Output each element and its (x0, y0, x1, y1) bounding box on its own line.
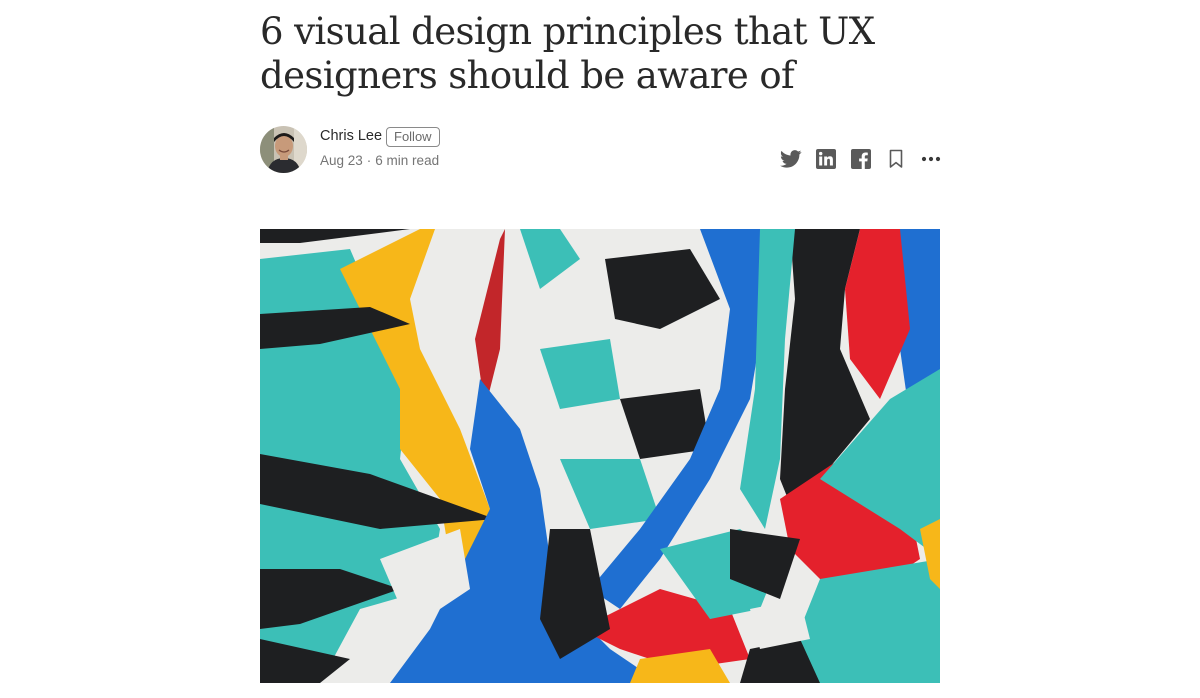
byline: Chris Lee Follow Aug 23 · 6 min read (260, 126, 942, 174)
abstract-mural-image (260, 229, 940, 683)
author-name[interactable]: Chris Lee (320, 128, 382, 144)
facebook-icon (851, 149, 871, 169)
publish-date: Aug 23 (320, 153, 363, 168)
more-options-icon (921, 156, 941, 162)
twitter-icon (780, 150, 802, 168)
hero-image (260, 229, 940, 683)
share-linkedin-button[interactable] (815, 148, 837, 170)
author-avatar[interactable] (260, 126, 307, 173)
follow-button[interactable]: Follow (386, 127, 440, 147)
bookmark-icon (889, 149, 903, 168)
linkedin-icon (816, 149, 836, 169)
author-photo-icon (260, 126, 307, 173)
article-meta: Aug 23 · 6 min read (320, 153, 439, 168)
meta-separator: · (366, 153, 372, 168)
share-twitter-button[interactable] (780, 148, 802, 170)
share-facebook-button[interactable] (850, 148, 872, 170)
share-actions (780, 148, 942, 170)
read-time: 6 min read (375, 153, 440, 168)
article-title: 6 visual design principles that UX desig… (260, 10, 875, 97)
bookmark-button[interactable] (885, 148, 907, 170)
more-options-button[interactable] (920, 148, 942, 170)
